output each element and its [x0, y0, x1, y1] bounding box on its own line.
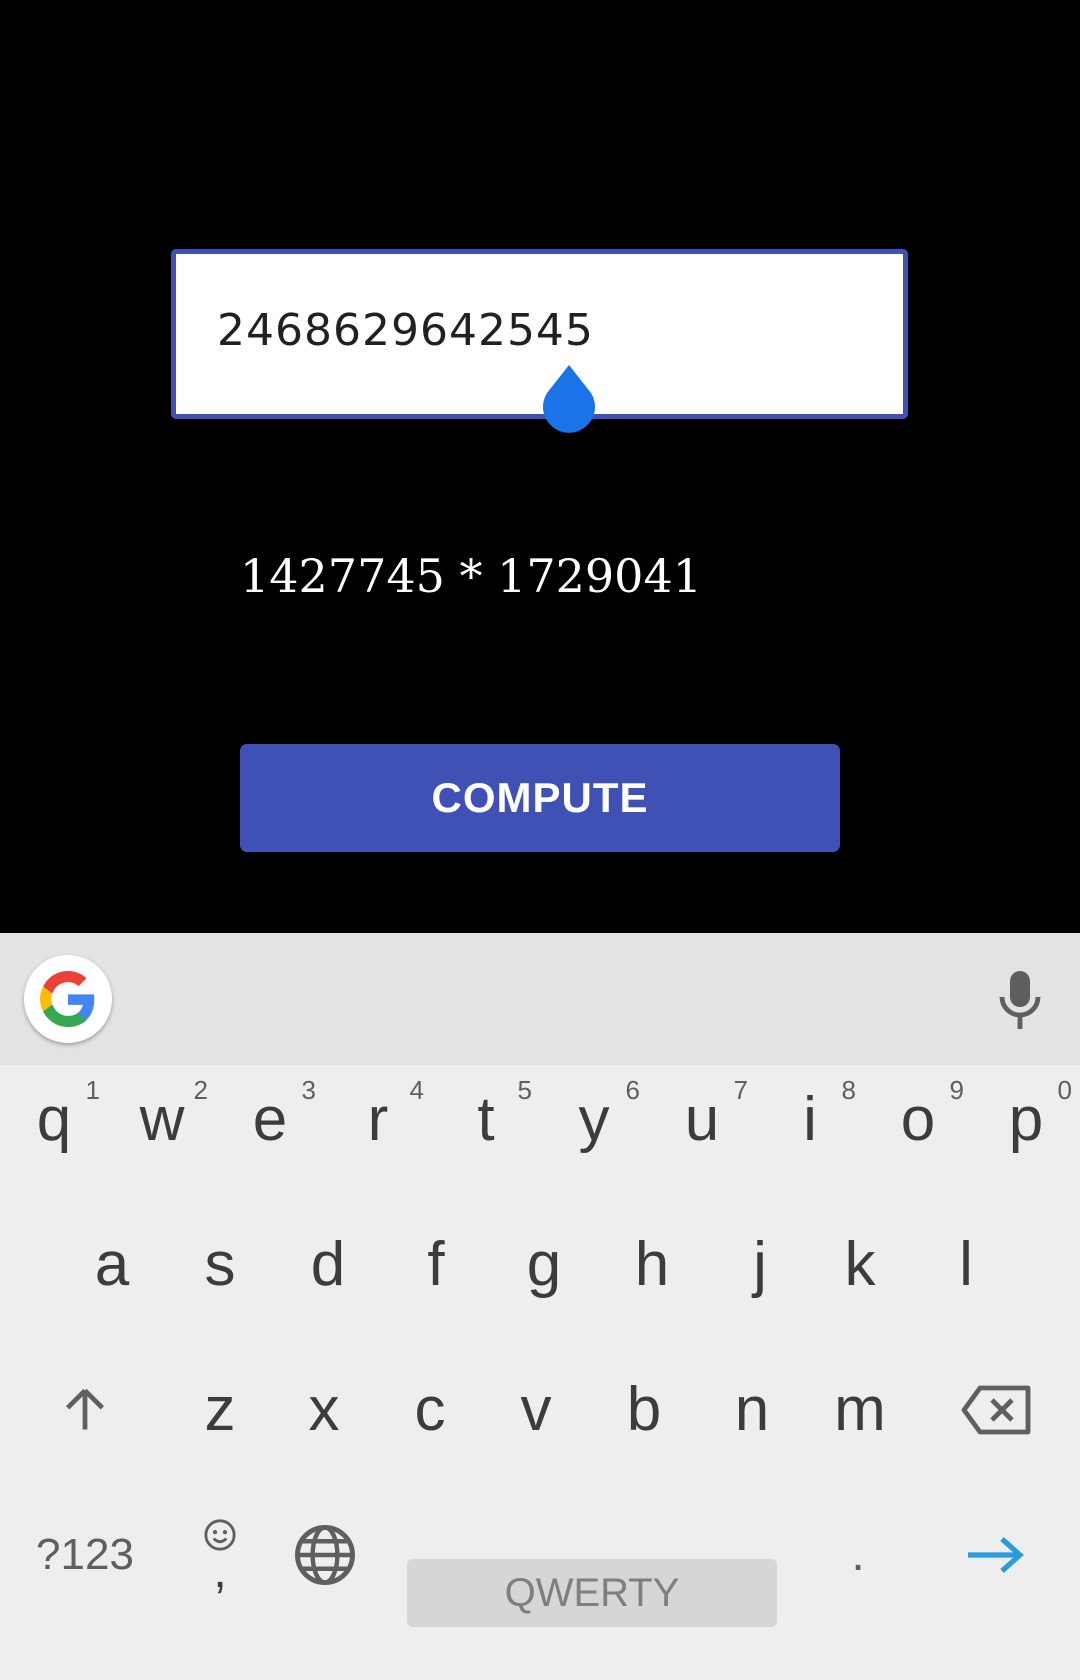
period-key[interactable]: .	[808, 1490, 908, 1620]
google-search-button[interactable]	[24, 955, 112, 1043]
key-i[interactable]: i8	[756, 1055, 864, 1185]
key-label: t	[477, 1085, 495, 1154]
key-label: z	[204, 1375, 236, 1444]
key-k[interactable]: k	[806, 1200, 914, 1330]
result-text: 1427745 * 1729041	[240, 549, 702, 603]
number-input-value: 2468629642545	[217, 305, 594, 356]
backspace-icon	[961, 1385, 1031, 1435]
key-label: x	[308, 1375, 340, 1444]
key-label: o	[900, 1085, 936, 1154]
key-label: u	[684, 1085, 720, 1154]
key-q[interactable]: q1	[0, 1055, 108, 1185]
key-label: l	[959, 1230, 973, 1299]
suggestion-bar	[0, 933, 1080, 1065]
key-x[interactable]: x	[270, 1345, 378, 1475]
key-hint: 7	[733, 1075, 748, 1105]
key-label: s	[204, 1230, 236, 1299]
key-u[interactable]: u7	[648, 1055, 756, 1185]
google-icon	[40, 971, 95, 1027]
key-hint: 9	[949, 1075, 964, 1105]
key-label: j	[753, 1230, 767, 1299]
space-bar[interactable]: QWERTY	[407, 1559, 777, 1627]
key-label: f	[427, 1230, 445, 1299]
key-s[interactable]: s	[166, 1200, 274, 1330]
key-label: m	[834, 1375, 886, 1444]
key-hint: 1	[85, 1075, 100, 1105]
key-z[interactable]: z	[166, 1345, 274, 1475]
key-hint: 5	[517, 1075, 532, 1105]
key-r[interactable]: r4	[324, 1055, 432, 1185]
key-hint: 3	[301, 1075, 316, 1105]
key-v[interactable]: v	[482, 1345, 590, 1475]
key-t[interactable]: t5	[432, 1055, 540, 1185]
key-y[interactable]: y6	[540, 1055, 648, 1185]
arrow-right-icon	[968, 1537, 1024, 1573]
key-label: p	[1008, 1085, 1044, 1154]
key-label: g	[526, 1230, 562, 1299]
key-label: c	[414, 1375, 446, 1444]
key-label: k	[844, 1230, 876, 1299]
key-label: d	[310, 1230, 346, 1299]
key-f[interactable]: f	[382, 1200, 490, 1330]
key-hint: 2	[193, 1075, 208, 1105]
key-label: a	[94, 1230, 130, 1299]
key-w[interactable]: w2	[108, 1055, 216, 1185]
key-g[interactable]: g	[490, 1200, 598, 1330]
symbols-key[interactable]: ?123	[20, 1490, 150, 1620]
key-h[interactable]: h	[598, 1200, 706, 1330]
key-c[interactable]: c	[376, 1345, 484, 1475]
key-o[interactable]: o9	[864, 1055, 972, 1185]
key-b[interactable]: b	[590, 1345, 698, 1475]
key-hint: 6	[625, 1075, 640, 1105]
app-screen: 2468629642545 1427745 * 1729041 COMPUTE	[0, 0, 1080, 933]
key-label: n	[734, 1375, 770, 1444]
key-hint: 4	[409, 1075, 424, 1105]
language-key[interactable]	[275, 1490, 375, 1620]
symbols-label: ?123	[36, 1530, 134, 1579]
key-label: i	[803, 1085, 817, 1154]
key-label: e	[252, 1085, 288, 1154]
space-bar-label: QWERTY	[504, 1570, 680, 1615]
key-n[interactable]: n	[698, 1345, 806, 1475]
key-d[interactable]: d	[274, 1200, 382, 1330]
key-j[interactable]: j	[706, 1200, 814, 1330]
key-label: y	[578, 1085, 610, 1154]
comma-key[interactable]: ,	[170, 1490, 270, 1620]
key-label: w	[139, 1085, 185, 1154]
key-label: h	[634, 1230, 670, 1299]
go-key[interactable]	[940, 1490, 1050, 1620]
comma-label: ,	[213, 1545, 227, 1598]
cursor-handle-icon[interactable]	[539, 363, 599, 435]
period-label: .	[851, 1528, 865, 1581]
key-label: b	[626, 1375, 662, 1444]
key-label: q	[36, 1085, 72, 1154]
globe-icon	[295, 1525, 355, 1585]
key-l[interactable]: l	[912, 1200, 1020, 1330]
compute-button[interactable]: COMPUTE	[240, 744, 840, 852]
key-m[interactable]: m	[806, 1345, 914, 1475]
key-label: v	[520, 1375, 552, 1444]
key-p[interactable]: p0	[972, 1055, 1080, 1185]
backspace-key[interactable]	[944, 1345, 1050, 1475]
shift-key[interactable]	[30, 1345, 140, 1475]
key-label: r	[367, 1085, 389, 1154]
key-e[interactable]: e3	[216, 1055, 324, 1185]
key-hint: 8	[841, 1075, 856, 1105]
key-hint: 0	[1057, 1075, 1072, 1105]
shift-icon	[65, 1388, 105, 1430]
mic-icon[interactable]	[996, 969, 1044, 1031]
key-a[interactable]: a	[58, 1200, 166, 1330]
